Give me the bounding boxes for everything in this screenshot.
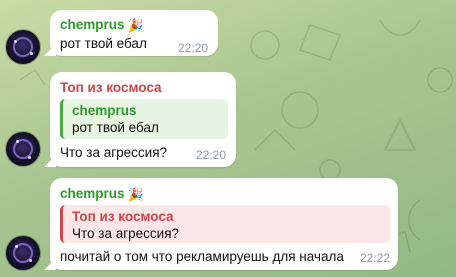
sender-name-text: chemprus xyxy=(60,17,125,32)
reply-sender: chemprus xyxy=(72,103,137,118)
reply-text: Что за агрессия? xyxy=(72,226,180,241)
party-badge-icon: 🎉 xyxy=(127,18,144,33)
avatar-star xyxy=(29,259,32,262)
avatar-star xyxy=(15,245,18,248)
reply-text: рот твой ебал xyxy=(72,120,159,135)
party-badge-icon: 🎉 xyxy=(127,187,144,202)
avatar-star xyxy=(14,40,17,43)
sender-name[interactable]: chemprus 🎉 xyxy=(60,17,144,34)
avatar[interactable] xyxy=(6,236,40,270)
message-bubble[interactable]: chemprus 🎉 рот твой ебал 22:20 xyxy=(50,10,218,56)
message-text: рот твой ебал xyxy=(60,36,147,51)
message-time: 22:22 xyxy=(359,251,390,265)
avatar-star xyxy=(16,140,19,143)
avatar-star xyxy=(30,52,33,55)
message-text: почитай о том что рекламируешь для начал… xyxy=(60,249,344,264)
message-time: 22:20 xyxy=(177,41,208,55)
sender-name[interactable]: Топ из космоса xyxy=(60,80,162,95)
avatar[interactable] xyxy=(6,132,40,166)
reply-quote[interactable]: Топ из космоса Что за агрессия? xyxy=(60,205,390,243)
reply-quote[interactable]: chemprus рот твой ебал xyxy=(60,99,228,139)
sender-name[interactable]: chemprus 🎉 xyxy=(60,186,144,203)
message-time: 22:20 xyxy=(195,148,226,162)
message-bubble[interactable]: Топ из космоса chemprus рот твой ебал Чт… xyxy=(50,72,236,167)
avatar-star xyxy=(28,156,31,159)
sender-name-text: chemprus xyxy=(60,186,125,201)
reply-sender: Топ из космоса xyxy=(72,209,174,224)
message-bubble[interactable]: chemprus 🎉 Топ из космоса Что за агрессия… xyxy=(50,178,398,270)
avatar[interactable] xyxy=(6,30,40,64)
message-text: Что за агрессия? xyxy=(60,145,168,160)
